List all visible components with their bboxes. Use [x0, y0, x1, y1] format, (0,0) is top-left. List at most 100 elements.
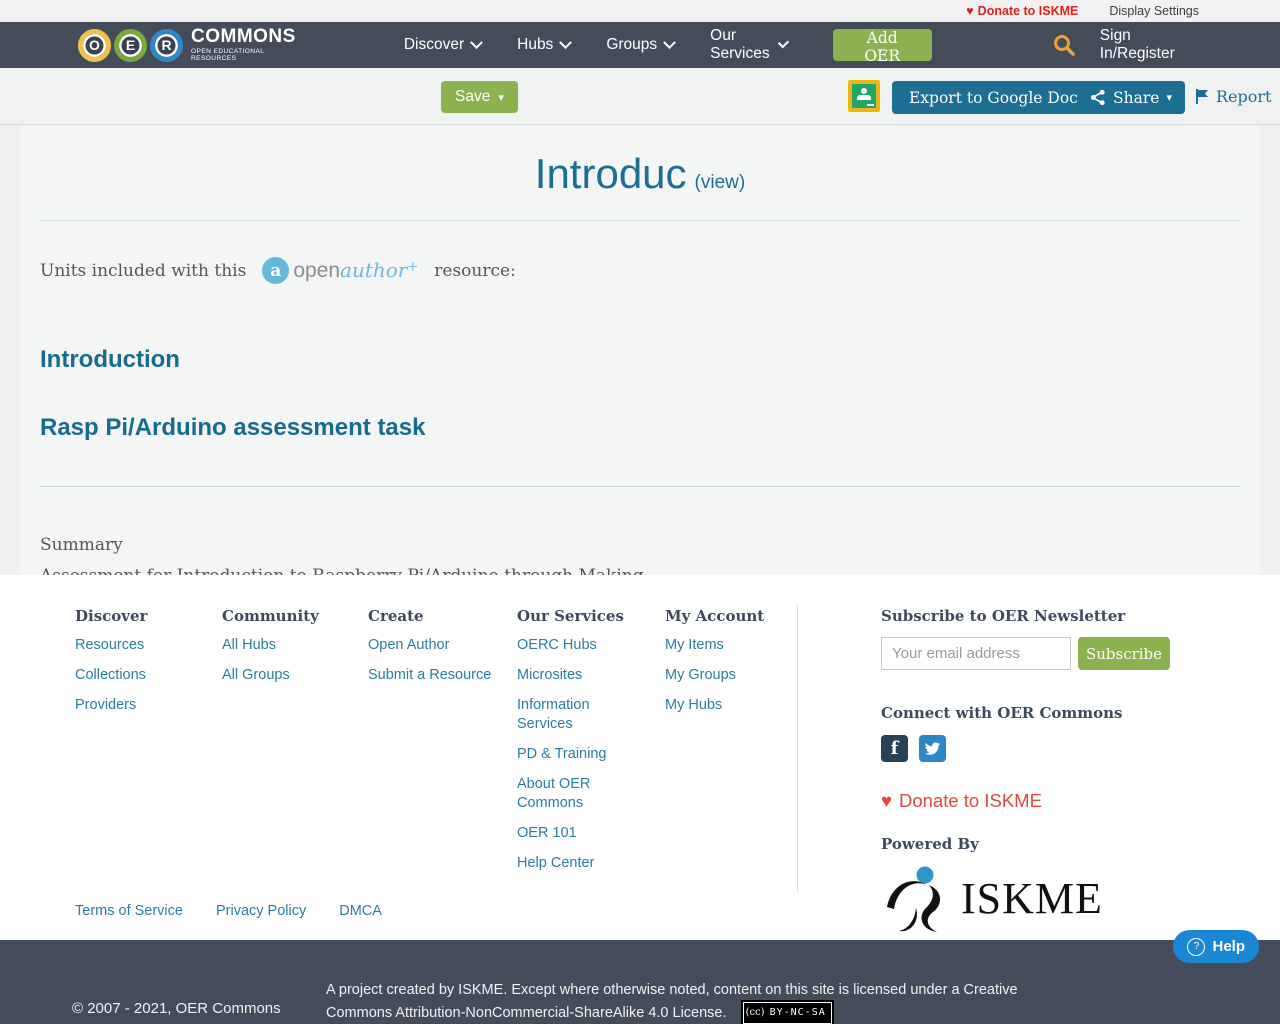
- view-link[interactable]: (view): [695, 172, 746, 193]
- nav-item-groups[interactable]: Groups: [606, 35, 677, 54]
- footer-link-submit-resource[interactable]: Submit a Resource: [368, 666, 508, 685]
- resource-title: Introduc: [534, 150, 687, 197]
- footer-link-oer-101[interactable]: OER 101: [517, 824, 627, 843]
- heart-icon: ♥: [966, 4, 974, 18]
- footer-link-my-groups[interactable]: My Groups: [665, 666, 775, 685]
- units-included-line: Units included with this a openauthor+ r…: [40, 257, 1260, 284]
- nav-label: Hubs: [517, 36, 554, 53]
- footer-col-create: Create Open Author Submit a Resource: [368, 607, 517, 884]
- logo-title: COMMONS: [191, 26, 296, 48]
- caret-down-icon: ▾: [1166, 91, 1172, 104]
- footer-link-pd-training[interactable]: PD & Training: [517, 745, 627, 764]
- unit-link-rasp-pi-arduino[interactable]: Rasp Pi/Arduino assessment task: [40, 414, 1260, 442]
- footer-link-my-items[interactable]: My Items: [665, 636, 775, 655]
- twitter-icon: [924, 741, 941, 755]
- google-classroom-button[interactable]: [848, 80, 880, 112]
- bottom-bar: © 2007 - 2021, OER Commons A project cre…: [0, 940, 1280, 1024]
- footer-link-resources[interactable]: Resources: [75, 636, 185, 655]
- footer-link-my-hubs[interactable]: My Hubs: [665, 696, 775, 715]
- footer-link-about-oer-commons[interactable]: About OER Commons: [517, 775, 627, 813]
- content-divider: [40, 486, 1240, 487]
- search-icon: [1053, 35, 1075, 56]
- twitter-button[interactable]: [919, 735, 946, 762]
- open-author-a-icon: a: [262, 257, 290, 284]
- footer-col-title: Our Services: [517, 607, 624, 625]
- footer-col-our-services: Our Services OERC Hubs Microsites Inform…: [517, 607, 665, 884]
- terms-of-service-link[interactable]: Terms of Service: [75, 903, 183, 919]
- logo-text: COMMONS OPEN EDUCATIONAL RESOURCES: [191, 27, 296, 62]
- sign-in-register-link[interactable]: Sign In/Register: [1100, 27, 1197, 63]
- search-button[interactable]: [1052, 33, 1076, 57]
- footer-link-oerc-hubs[interactable]: OERC Hubs: [517, 636, 627, 655]
- heart-icon: ♥: [881, 790, 892, 811]
- summary-label: Summary: [40, 535, 123, 555]
- title-divider: [40, 220, 1240, 221]
- report-label: Report: [1216, 87, 1272, 106]
- cc-icon: (cc): [745, 1007, 765, 1018]
- footer-col-discover: Discover Resources Collections Providers: [75, 607, 222, 884]
- main-navbar: O E R COMMONS OPEN EDUCATIONAL RESOURCES…: [0, 22, 1280, 68]
- subscribe-button[interactable]: Subscribe: [1078, 637, 1170, 670]
- share-label: Share: [1113, 88, 1160, 107]
- footer-col-my-account: My Account My Items My Groups My Hubs: [665, 607, 797, 884]
- share-icon: [1090, 89, 1105, 106]
- donate-footer-label: Donate to ISKME: [898, 790, 1042, 811]
- cc-by-nc-sa-badge[interactable]: (cc) BY-NC-SA: [740, 1000, 834, 1024]
- open-author-author: author: [340, 258, 408, 282]
- chevron-down-icon: [777, 36, 789, 48]
- footer-link-collections[interactable]: Collections: [75, 666, 185, 685]
- help-button[interactable]: ? Help: [1173, 930, 1259, 963]
- add-oer-button[interactable]: Add OER: [832, 29, 932, 65]
- utility-bar: ♥ Donate to ISKME Display Settings: [0, 0, 1280, 22]
- units-suffix: resource:: [434, 260, 516, 281]
- nav-label: Groups: [606, 36, 658, 53]
- social-icons: f: [881, 735, 1181, 762]
- nav-item-our-services[interactable]: Our Services: [710, 27, 789, 63]
- footer-link-microsites[interactable]: Microsites: [517, 666, 627, 685]
- report-button[interactable]: Report: [1189, 86, 1277, 107]
- footer-link-providers[interactable]: Providers: [75, 696, 185, 715]
- footer-link-all-hubs[interactable]: All Hubs: [222, 636, 332, 655]
- share-button[interactable]: Share ▾: [1077, 81, 1185, 114]
- footer: Discover Resources Collections Providers…: [0, 575, 1280, 940]
- help-label: Help: [1212, 938, 1245, 955]
- iskme-logo[interactable]: ISKME: [881, 861, 1181, 935]
- unit-link-introduction[interactable]: Introduction: [40, 346, 1260, 374]
- connect-title: Connect with OER Commons: [881, 704, 1123, 722]
- donate-iskme-footer-link[interactable]: ♥ Donate to ISKME: [881, 790, 1181, 812]
- save-label: Save: [455, 88, 491, 105]
- google-classroom-icon: [852, 84, 876, 108]
- open-author-plus: +: [407, 259, 419, 275]
- oer-commons-logo[interactable]: O E R COMMONS OPEN EDUCATIONAL RESOURCES: [78, 27, 296, 62]
- footer-col-title: Community: [222, 607, 319, 625]
- newsletter-title: Subscribe to OER Newsletter: [881, 607, 1126, 625]
- privacy-policy-link[interactable]: Privacy Policy: [216, 903, 306, 919]
- dmca-link[interactable]: DMCA: [339, 903, 382, 919]
- page-title: Introduc (view): [20, 150, 1260, 198]
- footer-link-open-author[interactable]: Open Author: [368, 636, 508, 655]
- license-text-block: A project created by ISKME. Except where…: [326, 980, 1086, 1024]
- email-input[interactable]: [881, 637, 1071, 670]
- nav-item-discover[interactable]: Discover: [404, 35, 483, 54]
- caret-down-icon: ▾: [498, 92, 504, 104]
- chevron-down-icon: [470, 35, 483, 49]
- export-google-docs-button[interactable]: Export to Google Docs: [892, 81, 1103, 114]
- footer-col-title: My Account: [665, 607, 765, 625]
- footer-link-help-center[interactable]: Help Center: [517, 854, 627, 873]
- facebook-button[interactable]: f: [881, 735, 908, 762]
- facebook-icon: f: [890, 738, 899, 759]
- footer-link-all-groups[interactable]: All Groups: [222, 666, 332, 685]
- logo-letter-e: E: [114, 28, 147, 62]
- license-text: A project created by ISKME. Except where…: [326, 982, 1018, 1021]
- footer-link-information-services[interactable]: Information Services: [517, 696, 627, 734]
- donate-to-iskme-link[interactable]: ♥ Donate to ISKME: [966, 4, 1078, 18]
- cc-badge-label: BY-NC-SA: [769, 1007, 826, 1018]
- footer-col-community: Community All Hubs All Groups: [222, 607, 368, 884]
- display-settings-link[interactable]: Display Settings: [1109, 4, 1199, 18]
- nav-menu: Discover Hubs Groups Our Services: [404, 27, 789, 63]
- save-button[interactable]: Save ▾: [441, 81, 518, 113]
- legal-links: Terms of Service Privacy Policy DMCA: [75, 903, 382, 919]
- powered-by-title: Powered By: [881, 835, 979, 853]
- footer-col-title: Discover: [75, 607, 148, 625]
- nav-item-hubs[interactable]: Hubs: [517, 35, 573, 54]
